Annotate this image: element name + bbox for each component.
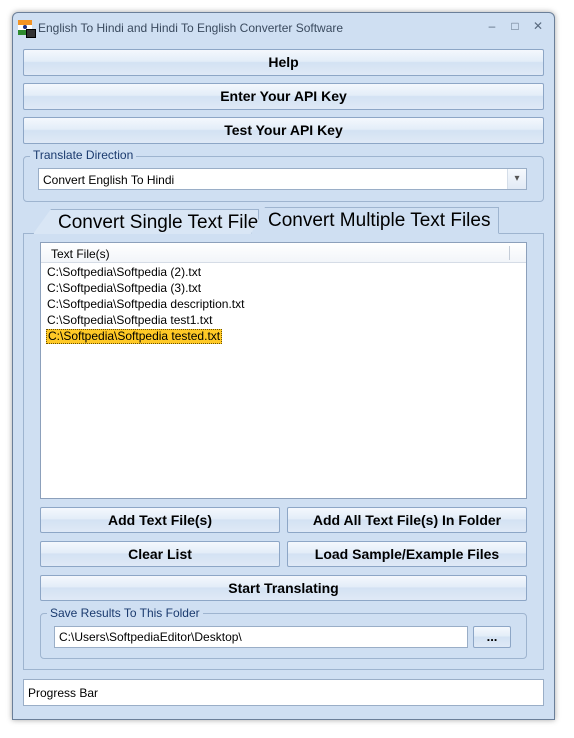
tab-convert-single-label: Convert Single Text File — [58, 212, 259, 233]
browse-folder-button[interactable]: ... — [473, 626, 511, 648]
progress-bar: Progress Bar — [23, 679, 544, 706]
tab-convert-single[interactable]: Convert Single Text File — [33, 209, 259, 234]
list-item-selected[interactable]: C:\Softpedia\Softpedia tested.txt — [46, 329, 223, 344]
list-item[interactable]: C:\Softpedia\Softpedia (3).txt — [46, 281, 202, 296]
list-item[interactable]: C:\Softpedia\Softpedia description.txt — [46, 297, 245, 312]
list-item[interactable]: C:\Softpedia\Softpedia (2).txt — [46, 265, 202, 280]
tab-convert-multiple[interactable]: Convert Multiple Text Files — [251, 207, 499, 234]
app-window: English To Hindi and Hindi To English Co… — [12, 12, 555, 720]
save-folder-value: C:\Users\SoftpediaEditor\Desktop\ — [59, 630, 242, 644]
add-text-files-button[interactable]: Add Text File(s) — [40, 507, 280, 533]
column-header-text-files: Text File(s) — [51, 247, 110, 261]
window-title: English To Hindi and Hindi To English Co… — [38, 21, 344, 35]
save-results-label: Save Results To This Folder — [47, 606, 203, 620]
add-folder-button[interactable]: Add All Text File(s) In Folder — [287, 507, 527, 533]
translate-direction-label: Translate Direction — [30, 148, 137, 162]
minimize-icon[interactable]: – — [482, 19, 502, 35]
start-translating-button[interactable]: Start Translating — [40, 575, 527, 601]
maximize-icon[interactable]: □ — [505, 19, 525, 35]
translate-direction-select[interactable]: Convert English To Hindi ▾ — [38, 168, 527, 190]
clear-list-button[interactable]: Clear List — [40, 541, 280, 567]
load-samples-button[interactable]: Load Sample/Example Files — [287, 541, 527, 567]
title-bar[interactable]: English To Hindi and Hindi To English Co… — [13, 13, 554, 43]
tab-convert-multiple-label: Convert Multiple Text Files — [268, 210, 491, 231]
help-button[interactable]: Help — [23, 49, 544, 76]
enter-api-key-button[interactable]: Enter Your API Key — [23, 83, 544, 110]
file-list-header[interactable]: Text File(s) — [41, 243, 526, 263]
column-divider[interactable] — [509, 246, 510, 260]
save-folder-input[interactable]: C:\Users\SoftpediaEditor\Desktop\ — [54, 626, 468, 648]
chevron-down-icon[interactable]: ▾ — [507, 169, 526, 189]
test-api-key-button[interactable]: Test Your API Key — [23, 117, 544, 144]
app-flag-icon — [18, 20, 36, 38]
file-list[interactable]: Text File(s) C:\Softpedia\Softpedia (2).… — [40, 242, 527, 499]
list-item[interactable]: C:\Softpedia\Softpedia test1.txt — [46, 313, 213, 328]
translate-direction-value: Convert English To Hindi — [43, 173, 175, 187]
progress-bar-label: Progress Bar — [28, 686, 99, 700]
close-icon[interactable]: ✕ — [528, 19, 548, 35]
